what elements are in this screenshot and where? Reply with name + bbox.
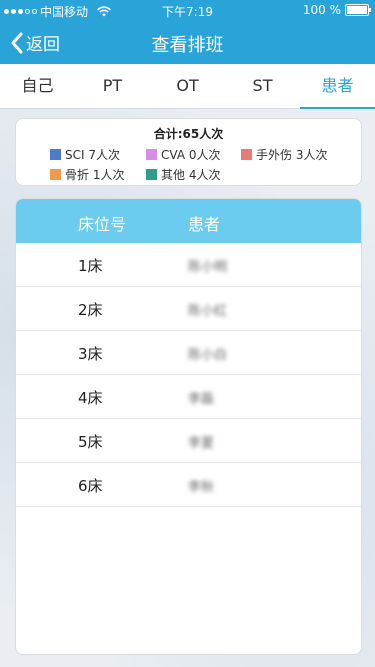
tab-self[interactable]: 自己 (0, 64, 75, 108)
table-row[interactable]: 4床 李磊 (16, 375, 361, 419)
battery-label: 100 % (302, 3, 341, 17)
bed-cell: 4床 (78, 389, 103, 407)
legend-item-hand-injury: 手外伤 3人次 (241, 146, 327, 163)
tab-pt[interactable]: PT (75, 64, 150, 108)
bed-cell: 2床 (78, 301, 103, 319)
legend-item-other: 其他 4人次 (146, 166, 220, 183)
bed-cell: 6床 (78, 477, 103, 495)
bed-cell: 5床 (78, 433, 103, 451)
page-title: 查看排班 (151, 35, 224, 56)
patient-cell: 李夏 (188, 436, 215, 451)
table-row[interactable]: 6床 李秋 (16, 463, 361, 507)
legend-swatch-cva (146, 149, 157, 160)
legend-item-cva: CVA 0人次 (146, 146, 220, 163)
legend-swatch-hand-injury (241, 149, 252, 160)
tab-st[interactable]: ST (225, 64, 300, 108)
legend-label-fracture: 骨折 1人次 (65, 168, 125, 182)
patient-cell: 李磊 (188, 392, 215, 407)
patient-cell: 李秋 (188, 480, 215, 495)
status-bar: 中国移动 下午7:19 100 % (0, 0, 375, 20)
schedule-table: 床位号 患者 1床 陈小明 2床 陈小红 3床 陈小白 4床 李磊 5床 李夏 … (15, 198, 362, 655)
patient-cell: 陈小白 (188, 348, 228, 363)
battery-icon (345, 4, 371, 16)
legend-swatch-other (146, 169, 157, 180)
bed-cell: 1床 (78, 257, 103, 275)
legend-item-fracture: 骨折 1人次 (50, 166, 124, 183)
legend-swatch-sci (50, 149, 61, 160)
summary-card: 合计:65人次 SCI 7人次 CVA 0人次 手外伤 3人次 骨折 1人次 其… (15, 118, 362, 186)
table-row[interactable]: 5床 李夏 (16, 419, 361, 463)
app-header: 中国移动 下午7:19 100 % 返回 查看排班 (0, 0, 375, 64)
patient-cell: 陈小红 (188, 304, 228, 319)
nav-bar: 返回 查看排班 (0, 20, 375, 64)
table-row[interactable]: 1床 陈小明 (16, 243, 361, 287)
legend-label-cva: CVA 0人次 (161, 148, 221, 162)
tab-patients[interactable]: 患者 (300, 64, 375, 109)
table-row[interactable]: 3床 陈小白 (16, 331, 361, 375)
status-right: 100 % (302, 3, 371, 17)
summary-total: 合计:65人次 (153, 127, 224, 141)
table-header: 床位号 患者 (16, 199, 361, 243)
patient-cell: 陈小明 (188, 260, 228, 275)
bed-cell: 3床 (78, 345, 103, 363)
tab-bar: 自己 PT OT ST 患者 (0, 64, 375, 109)
legend-label-sci: SCI 7人次 (65, 148, 120, 162)
table-row[interactable]: 2床 陈小红 (16, 287, 361, 331)
legend-item-sci: SCI 7人次 (50, 146, 120, 163)
column-header-patient: 患者 (188, 215, 221, 234)
legend-label-other: 其他 4人次 (161, 168, 221, 182)
legend-swatch-fracture (50, 169, 61, 180)
legend-label-hand-injury: 手外伤 3人次 (256, 148, 328, 162)
column-header-bed: 床位号 (78, 215, 127, 234)
tab-ot[interactable]: OT (150, 64, 225, 108)
